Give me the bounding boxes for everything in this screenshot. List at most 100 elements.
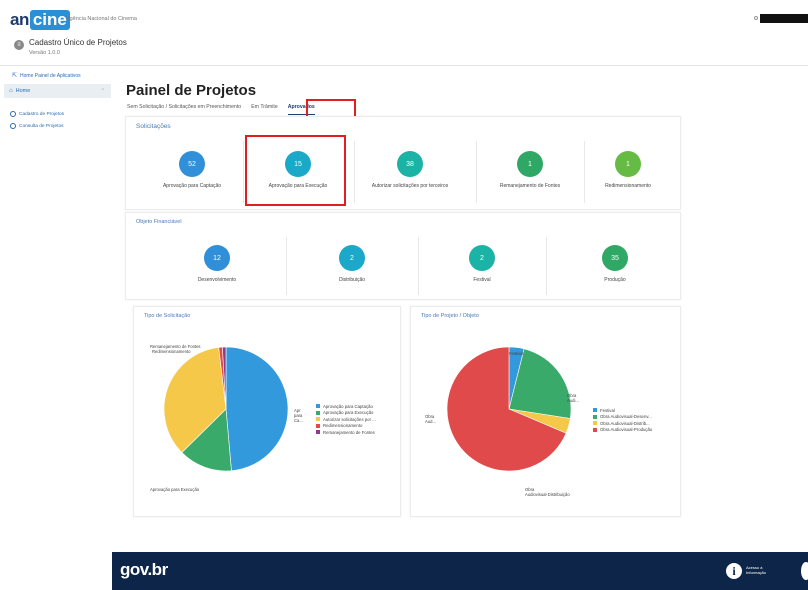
metric-count: 38 (397, 151, 423, 177)
sidebar-section-home[interactable]: ⌂ Home ⌃ (4, 84, 111, 98)
card-objeto-financiavel: Objeto Financiável 12 Desenvolvimento 2 … (125, 212, 681, 300)
legend-label: Remanejamento de Fontes (323, 429, 375, 435)
divider (476, 141, 477, 203)
home-icon: ⌂ (9, 88, 13, 94)
metric-remanejamento-fontes[interactable]: 1 Remanejamento de Fontes (484, 151, 576, 189)
top-header: an cine Agência Nacional do Cinema ≡ Cad… (0, 0, 808, 66)
metric-count: 35 (602, 245, 628, 271)
divider (546, 237, 547, 295)
tab-sem-solicitacao[interactable]: Sem Solicitação / Solicitações em Preenc… (127, 101, 241, 115)
user-status-icon (754, 16, 758, 20)
metric-autorizar-terceiros[interactable]: 38 Autorizar solicitações por terceiros (362, 151, 458, 189)
divider (286, 237, 287, 295)
legend-label: Obra Audiovisual-Distrib... (600, 420, 650, 426)
home-apps-link-label: Home Painel de Aplicativos (20, 72, 81, 79)
sidebar-item-label: Consulta de Projetos (19, 123, 64, 129)
sidebar-item-label: Cadastro de Projetos (19, 111, 65, 117)
metric-desenvolvimento[interactable]: 12 Desenvolvimento (171, 245, 263, 283)
sidebar-section-label: Home (15, 88, 31, 94)
legend-swatch (316, 430, 320, 435)
footer: gov.br i Acesso à Informação (112, 552, 808, 590)
tab-em-tramite[interactable]: Em Trâmite (251, 101, 278, 115)
slice-label-execucao: Aprovação para Execução (150, 487, 200, 492)
legend-swatch (316, 417, 320, 422)
agency-name: Agência Nacional do Cinema (66, 16, 137, 22)
legend-item[interactable]: Obra Audiovisual-Produção (593, 427, 652, 434)
metric-label: Distribuição (338, 277, 366, 283)
legend-label: Redimensionamento (323, 423, 363, 429)
metric-label: Festival (473, 277, 491, 283)
pie-slice-captacao[interactable] (225, 346, 289, 472)
tab-bar: Sem Solicitação / Solicitações em Preenc… (127, 101, 315, 115)
chevron-up-icon: ⌃ (100, 88, 105, 94)
legend-item[interactable]: Remanejamento de Fontes (316, 429, 376, 436)
legend-item[interactable]: Obra Audiovisual-Desenv... (593, 414, 652, 421)
metric-count: 2 (339, 245, 365, 271)
govbr-logo[interactable]: gov.br (120, 560, 168, 580)
legend-tipo-projeto: Festival Obra Audiovisual-Desenv... Obra… (593, 407, 652, 433)
legend-swatch (316, 423, 320, 428)
ancine-logo[interactable]: an cine (10, 10, 70, 30)
legend-label: Autorizar solicitações por ... (323, 416, 376, 422)
sidebar-item-cadastro[interactable]: Cadastro de Projetos (10, 111, 64, 117)
system-title: Cadastro Único de Projetos (29, 38, 127, 47)
legend-swatch (593, 427, 597, 432)
sidebar-item-consulta[interactable]: Consulta de Projetos (10, 123, 64, 129)
card-solicitacoes: Solicitações 52 Aprovação para Captação … (125, 116, 681, 210)
legend-swatch (593, 414, 597, 419)
legend-swatch (593, 421, 597, 426)
slice-label-redimensionamento: Redimensionamento (152, 349, 191, 354)
card-title-solicitacoes: Solicitações (136, 123, 171, 130)
info-icon[interactable]: i (726, 563, 742, 579)
metric-count: 12 (204, 245, 230, 271)
card-tipo-projeto: Tipo de Projeto / Objeto Festival Obra A… (410, 306, 681, 517)
metric-distribuicao[interactable]: 2 Distribuição (306, 245, 398, 283)
metric-count: 52 (179, 151, 205, 177)
access-info-line: Informação (746, 570, 767, 575)
metric-festival[interactable]: 2 Festival (436, 245, 528, 283)
highlight-box-execucao (245, 135, 346, 206)
page-title: Painel de Projetos (126, 82, 257, 99)
metric-aprovacao-captacao[interactable]: 52 Aprovação para Captação (146, 151, 238, 189)
divider (418, 237, 419, 295)
metric-count: 2 (469, 245, 495, 271)
legend-item[interactable]: Aprovação para Execução (316, 410, 376, 417)
access-info-link[interactable]: Acesso à Informação (746, 565, 766, 575)
slice-label-producao: Aud... (425, 419, 436, 424)
legend-item[interactable]: Aprovação para Captação (316, 403, 376, 410)
card-tipo-solicitacao: Tipo de Solicitação Remanejamento de Fon… (133, 306, 401, 517)
metric-label: Produção (604, 277, 626, 283)
divider (243, 141, 244, 203)
sidebar: ⇱ Home Painel de Aplicativos ⌂ Home ⌃ Ca… (0, 66, 113, 552)
legend-swatch (593, 408, 597, 413)
metric-count: 1 (517, 151, 543, 177)
legend-item[interactable]: Autorizar solicitações por ... (316, 416, 376, 423)
logo-text-cine: cine (29, 10, 70, 30)
slice-label-captacao: Ca... (294, 418, 303, 423)
slice-label-desenvolvimento: Audi... (567, 398, 579, 403)
legend-swatch (316, 404, 320, 409)
home-apps-link[interactable]: ⇱ Home Painel de Aplicativos (12, 72, 81, 80)
legend-label: Aprovação para Captação (323, 403, 373, 409)
metric-count: 1 (615, 151, 641, 177)
menu-icon[interactable]: ≡ (14, 40, 24, 50)
legend-label: Festival (600, 407, 615, 413)
footer-badge-icon (801, 562, 808, 580)
metric-producao[interactable]: 35 Produção (569, 245, 661, 283)
metric-label: Desenvolvimento (197, 277, 237, 283)
metric-label: Redimensionamento (605, 183, 651, 189)
metric-redimensionamento[interactable]: 1 Redimensionamento (582, 151, 674, 189)
legend-swatch (316, 410, 320, 415)
slice-label-festival: Festival (509, 351, 524, 356)
legend-label: Obra Audiovisual-Produção (600, 427, 653, 433)
metric-label: Remanejamento de Fontes (499, 183, 561, 189)
logo-text-an: an (10, 10, 29, 29)
metric-label: Aprovação para Captação (162, 183, 222, 189)
external-link-icon: ⇱ (12, 73, 18, 79)
divider (354, 141, 355, 203)
legend-tipo-solicitacao: Aprovação para Captação Aprovação para E… (316, 403, 376, 436)
legend-label: Obra Audiovisual-Desenv... (600, 414, 652, 420)
user-name-redacted[interactable] (760, 14, 808, 23)
legend-item[interactable]: Obra Audiovisual-Distrib... (593, 420, 652, 427)
slice-label-distribuicao: Audiovisual-Distribuição (525, 492, 570, 497)
